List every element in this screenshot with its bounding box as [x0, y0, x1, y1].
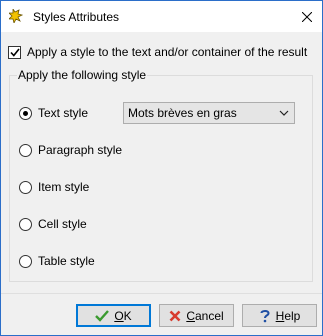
radio-button[interactable]	[19, 254, 32, 268]
cancel-mnemonic: C	[186, 308, 195, 323]
close-button[interactable]	[292, 1, 322, 32]
radio-label: Table style	[38, 254, 95, 268]
help-label-rest: elp	[284, 308, 301, 323]
x-icon	[169, 310, 181, 321]
cancel-button[interactable]: Cancel	[159, 304, 234, 327]
radio-button[interactable]	[19, 106, 32, 120]
radio-item-style[interactable]: Item style	[19, 179, 89, 195]
radio-selected-dot	[23, 110, 28, 116]
text-style-select-value: Mots brèves en gras	[128, 106, 237, 120]
radio-button[interactable]	[19, 143, 32, 157]
checkmark-icon	[9, 48, 20, 57]
radio-label: Cell style	[38, 217, 87, 231]
ok-label: OK	[114, 309, 131, 323]
radio-cell-style[interactable]: Cell style	[19, 216, 87, 232]
help-button[interactable]: Help	[242, 304, 317, 327]
chevron-down-icon	[279, 110, 289, 116]
radio-table-style[interactable]: Table style	[19, 253, 95, 269]
help-label: Help	[276, 309, 301, 323]
ok-label-rest: K	[123, 308, 132, 323]
help-icon	[260, 309, 270, 322]
ok-mnemonic: O	[114, 308, 124, 323]
styles-attributes-dialog: Styles Attributes Apply a style to the t…	[0, 0, 323, 336]
radio-label: Paragraph style	[38, 143, 123, 157]
ok-button[interactable]: OK	[76, 304, 151, 327]
radio-button[interactable]	[19, 180, 32, 194]
checkmark-icon	[95, 309, 110, 322]
radio-label: Item style	[38, 180, 90, 194]
styles-icon	[8, 7, 24, 25]
radio-text-style[interactable]: Text style	[19, 105, 88, 121]
button-bar-divider	[1, 293, 322, 294]
close-icon	[302, 11, 312, 22]
radio-button[interactable]	[19, 217, 32, 231]
style-group-legend: Apply the following style	[17, 68, 148, 82]
apply-style-checkbox-row[interactable]: Apply a style to the text and/or contain…	[8, 44, 307, 60]
radio-label: Text style	[38, 106, 89, 120]
window-title: Styles Attributes	[33, 10, 120, 24]
title-bar: Styles Attributes	[1, 1, 322, 32]
cancel-label-rest: ancel	[194, 308, 224, 323]
radio-paragraph-style[interactable]: Paragraph style	[19, 142, 122, 158]
apply-style-checkbox[interactable]	[8, 45, 21, 59]
cancel-label: Cancel	[186, 309, 223, 323]
dialog-body: Apply a style to the text and/or contain…	[1, 32, 322, 335]
style-groupbox: Apply the following style Text style Mot…	[9, 68, 313, 282]
text-style-select[interactable]: Mots brèves en gras	[123, 102, 295, 124]
apply-style-label: Apply a style to the text and/or contain…	[27, 45, 308, 59]
